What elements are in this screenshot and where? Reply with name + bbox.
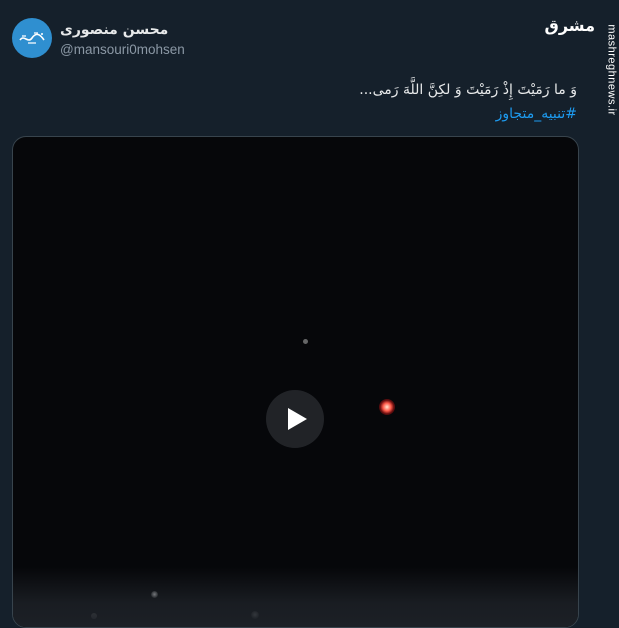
watermark-site: mashreghnews.ir [605,24,618,116]
play-button[interactable] [266,390,324,448]
author-name[interactable]: محسن منصوری [60,22,168,38]
avatar-calligraphy-icon [19,32,45,44]
tweet-text: وَ ما رَمَيْتَ إِذْ رَمَيْتَ وَ لكِنَّ ا… [137,78,577,126]
play-icon [288,408,307,430]
ground-silhouette [13,567,578,627]
distant-light [303,339,308,344]
author-handle[interactable]: @mansouri0mohsen [60,42,185,57]
watermark-bar: mashreghnews.ir [595,0,619,616]
tweet-body: وَ ما رَمَيْتَ إِذْ رَمَيْتَ وَ لكِنَّ ا… [359,82,577,98]
tweet[interactable]: محسن منصوری @mansouri0mohsen وَ ما رَمَي… [0,0,595,628]
video-player[interactable] [12,136,579,628]
avatar[interactable] [12,18,52,58]
red-light [379,399,395,415]
watermark-logo: مشرق [544,16,595,35]
hashtag-link[interactable]: #تنبیه_متجاوز [137,102,577,126]
